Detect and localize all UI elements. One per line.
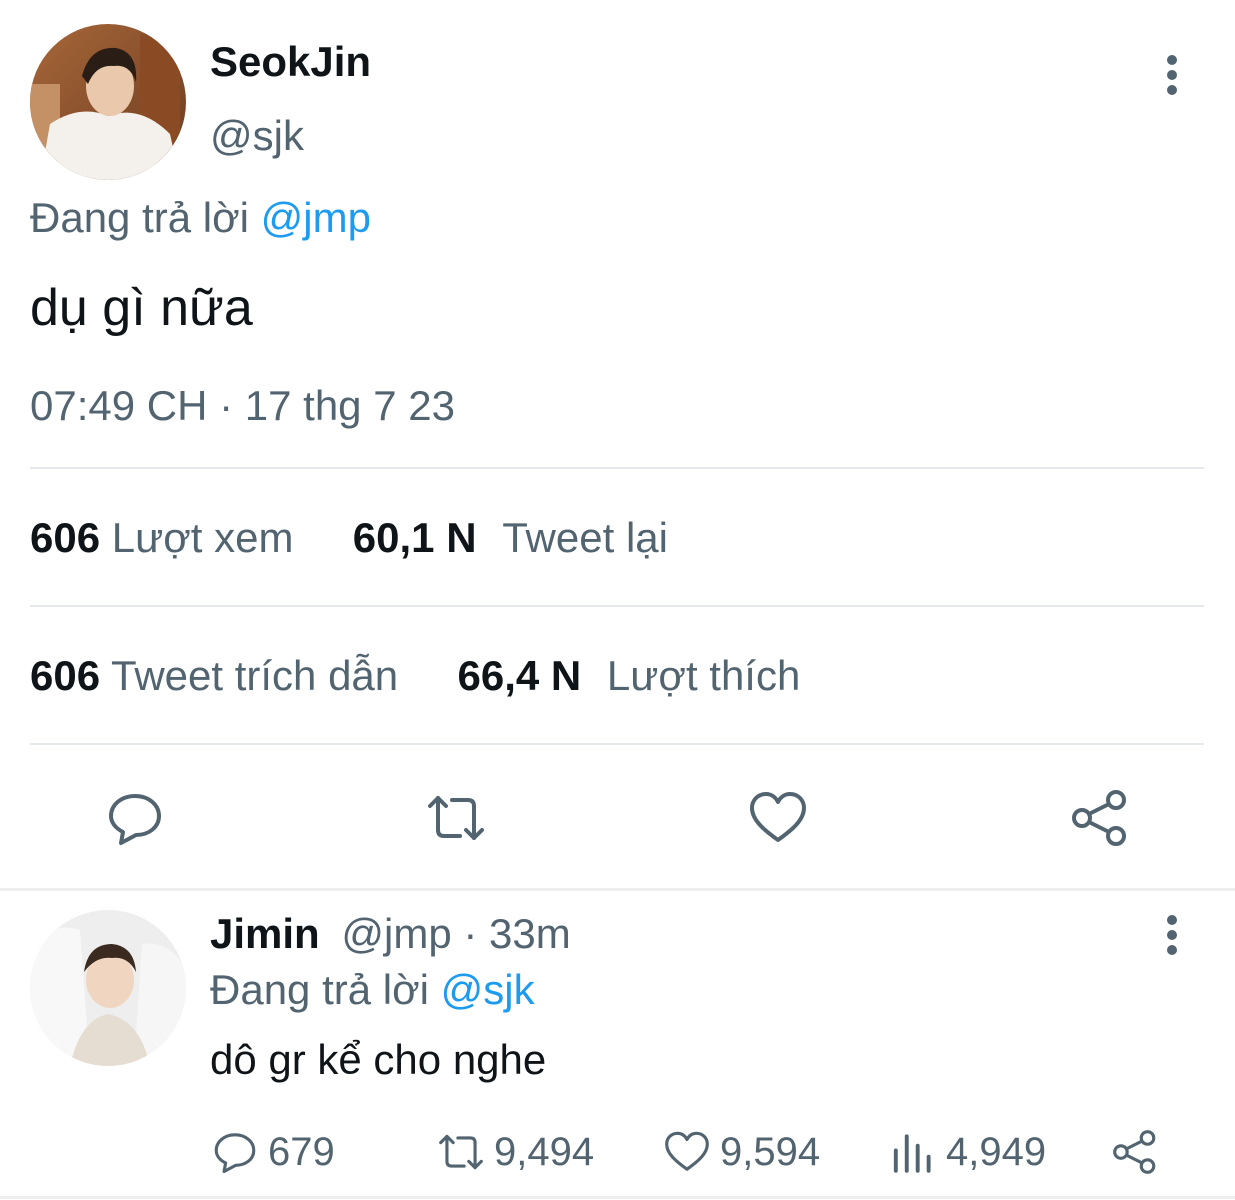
reply-header: Jimin @jmp · 33m xyxy=(210,910,571,958)
stat-views[interactable]: 606 Lượt xem xyxy=(30,514,305,561)
like-count: 9,594 xyxy=(720,1129,821,1174)
reply-age[interactable]: 33m xyxy=(489,910,571,957)
retweet-icon[interactable] xyxy=(424,786,488,850)
retweets-count: 60,1 N xyxy=(352,514,477,561)
retweet-icon xyxy=(439,1134,483,1170)
quotes-label: Tweet trích dẫn xyxy=(111,652,399,699)
divider xyxy=(30,467,1204,469)
more-options-icon[interactable] xyxy=(1150,52,1194,100)
likes-count: 66,4 N xyxy=(457,652,582,699)
replying-prefix: Đang trả lời xyxy=(210,966,429,1013)
tweet-timestamp[interactable]: 07:49 CH · 17 thg 7 23 xyxy=(30,382,455,430)
reply-views-button[interactable]: 4,949 xyxy=(888,1124,1046,1180)
views-label: Lượt xem xyxy=(111,514,294,561)
separator-dot: · xyxy=(463,910,478,957)
reply-replying-to: Đang trả lời @sjk xyxy=(210,966,535,1014)
likes-label: Lượt thích xyxy=(606,652,801,699)
author-name[interactable]: SeokJin xyxy=(210,38,371,86)
reply-author-handle[interactable]: @jmp xyxy=(341,910,451,957)
stat-quotes[interactable]: 606 Tweet trích dẫn xyxy=(30,652,410,699)
more-options-icon[interactable] xyxy=(1150,912,1194,960)
quotes-count: 606 xyxy=(30,652,101,699)
tweet-text: dụ gì nữa xyxy=(30,279,253,337)
author-handle[interactable]: @sjk xyxy=(210,112,304,160)
bottom-divider xyxy=(0,1196,1235,1199)
replying-to-handle[interactable]: @sjk xyxy=(441,966,535,1013)
reply-icon xyxy=(214,1133,256,1174)
stats-row-views-retweets: 606 Lượt xem 60,1 N Tweet lại xyxy=(30,514,668,562)
stats-row-quotes-likes: 606 Tweet trích dẫn 66,4 N Lượt thích xyxy=(30,652,800,700)
reply-comment-button[interactable]: 679 xyxy=(210,1124,335,1180)
section-divider xyxy=(0,888,1235,891)
author-avatar[interactable] xyxy=(30,24,186,180)
views-count: 4,949 xyxy=(946,1129,1047,1174)
share-icon[interactable] xyxy=(1068,786,1132,850)
heart-icon xyxy=(665,1131,709,1171)
avatar-photo xyxy=(30,24,186,180)
views-count: 606 xyxy=(30,514,101,561)
reply-author-avatar[interactable] xyxy=(30,910,186,1066)
replying-to-handle[interactable]: @jmp xyxy=(261,194,371,241)
stat-retweets[interactable]: 60,1 N Tweet lại xyxy=(353,514,668,561)
reply-text: dô gr kể cho nghe xyxy=(210,1036,547,1083)
divider xyxy=(30,605,1204,607)
replying-to: Đang trả lời @jmp xyxy=(30,194,371,242)
reply-retweet-button[interactable]: 9,494 xyxy=(436,1124,594,1180)
stat-likes[interactable]: 66,4 N Lượt thích xyxy=(458,652,801,699)
retweet-count: 9,494 xyxy=(494,1129,595,1174)
views-icon xyxy=(893,1134,931,1173)
share-icon xyxy=(1113,1130,1156,1174)
reply-icon[interactable] xyxy=(103,786,167,850)
avatar-photo xyxy=(30,910,186,1066)
reply-author-name[interactable]: Jimin xyxy=(210,910,320,957)
heart-icon[interactable] xyxy=(746,786,810,850)
reply-share-button[interactable] xyxy=(1110,1124,1168,1180)
reply-like-button[interactable]: 9,594 xyxy=(662,1124,820,1180)
divider xyxy=(30,743,1204,745)
retweets-label: Tweet lại xyxy=(502,514,668,561)
reply-count: 679 xyxy=(268,1129,335,1174)
replying-prefix: Đang trả lời xyxy=(30,194,249,241)
